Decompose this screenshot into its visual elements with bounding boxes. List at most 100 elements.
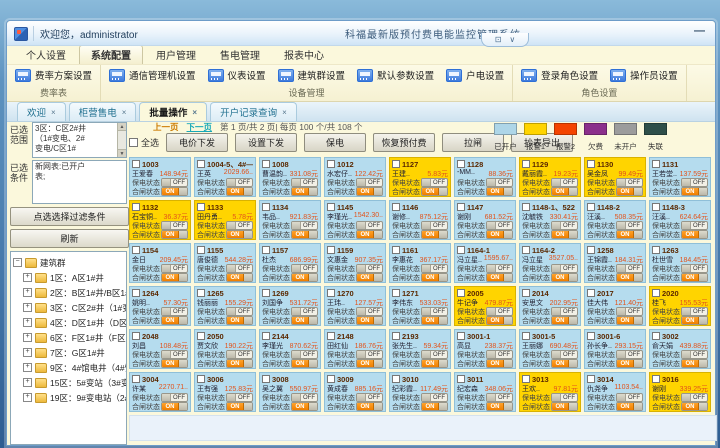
gate-state-toggle[interactable]: ON (161, 316, 188, 325)
power-protect-toggle[interactable]: OFF (291, 221, 318, 230)
room-card[interactable]: 3014仇尧争1103.54..保电状态OFF合闸状态ON (584, 372, 646, 412)
room-card[interactable]: 1263杜世雪184.45元保电状态OFF合闸状态ON (649, 243, 711, 283)
gate-state-toggle[interactable]: ON (681, 402, 708, 411)
power-protect-toggle[interactable]: OFF (291, 264, 318, 273)
gate-state-toggle[interactable]: ON (551, 402, 578, 411)
power-protect-toggle[interactable]: OFF (226, 307, 253, 316)
room-card[interactable]: 3009黄成春885.16元保电状态OFF合闸状态ON (324, 372, 386, 412)
gate-state-toggle[interactable]: ON (356, 187, 383, 196)
expand-icon[interactable]: + (23, 378, 32, 387)
card-checkbox[interactable] (457, 375, 465, 383)
card-checkbox[interactable] (587, 289, 595, 297)
power-protect-toggle[interactable]: OFF (681, 221, 708, 230)
power-protect-toggle[interactable]: OFF (291, 350, 318, 359)
menu-tab[interactable]: 个人设置 (15, 46, 77, 64)
quick-access-control[interactable]: ⊡ ∨ (481, 33, 529, 47)
card-checkbox[interactable] (522, 375, 530, 383)
card-checkbox[interactable] (457, 246, 465, 254)
room-card[interactable]: 1148-2汪溪..508.35元保电状态OFF合闸状态ON (584, 200, 646, 240)
power-protect-toggle[interactable]: OFF (161, 264, 188, 273)
room-card[interactable]: 2017佳大伟121.40元保电状态OFF合闸状态ON (584, 286, 646, 326)
power-protect-toggle[interactable]: OFF (421, 350, 448, 359)
gate-state-toggle[interactable]: ON (226, 230, 253, 239)
room-card[interactable]: 1004-5、4#—王英2029.66..保电状态OFF合闸状态ON (194, 157, 256, 197)
power-protect-toggle[interactable]: OFF (421, 221, 448, 230)
power-protect-toggle[interactable]: OFF (616, 178, 643, 187)
room-card[interactable]: 1264姚明..57.30元保电状态OFF合闸状态ON (129, 286, 191, 326)
card-checkbox[interactable] (522, 160, 530, 168)
room-card[interactable]: 3011纪宏森348.06元保电状态OFF合闸状态ON (454, 372, 516, 412)
gate-state-toggle[interactable]: ON (486, 230, 513, 239)
room-card[interactable]: 1129戴丽霞..19.23元保电状态OFF合闸状态ON (519, 157, 581, 197)
card-checkbox[interactable] (197, 246, 205, 254)
room-card[interactable]: 3013王欢..97.81元保电状态OFF合闸状态ON (519, 372, 581, 412)
room-card[interactable]: 2148田红仙186.76元保电状态OFF合闸状态ON (324, 329, 386, 369)
power-protect-toggle[interactable]: OFF (616, 221, 643, 230)
card-checkbox[interactable] (457, 332, 465, 340)
card-checkbox[interactable] (522, 203, 530, 211)
gate-state-toggle[interactable]: ON (551, 230, 578, 239)
gate-state-toggle[interactable]: ON (291, 273, 318, 282)
card-checkbox[interactable] (392, 332, 400, 340)
toolbar-button[interactable]: 设置下发 (235, 133, 297, 152)
ribbon-button[interactable]: 默认参数设置 (357, 68, 434, 82)
power-protect-toggle[interactable]: OFF (551, 221, 578, 230)
gate-state-toggle[interactable]: ON (291, 316, 318, 325)
gate-state-toggle[interactable]: ON (161, 273, 188, 282)
power-protect-toggle[interactable]: OFF (161, 350, 188, 359)
gate-state-toggle[interactable]: ON (681, 273, 708, 282)
gate-state-toggle[interactable]: ON (356, 273, 383, 282)
room-card[interactable]: 1270王玮..127.57元保电状态OFF合闸状态ON (324, 286, 386, 326)
card-checkbox[interactable] (262, 289, 270, 297)
power-protect-toggle[interactable]: OFF (486, 350, 513, 359)
room-card[interactable]: 2048刘昌108.48元保电状态OFF合闸状态ON (129, 329, 191, 369)
room-card[interactable]: 1155唐俊德544.28元保电状态OFF合闸状态ON (194, 243, 256, 283)
ribbon-button[interactable]: 户电设置 (446, 68, 504, 82)
close-icon[interactable]: × (282, 108, 287, 117)
card-checkbox[interactable] (652, 160, 660, 168)
gate-state-toggle[interactable]: ON (226, 273, 253, 282)
card-checkbox[interactable] (262, 160, 270, 168)
card-checkbox[interactable] (197, 332, 205, 340)
room-card[interactable]: 1012水宏仔..122.42元保电状态OFF合闸状态ON (324, 157, 386, 197)
ribbon-button[interactable]: 仪表设置 (208, 68, 266, 82)
room-card[interactable]: 1269刘国争531.72元保电状态OFF合闸状态ON (259, 286, 321, 326)
power-protect-toggle[interactable]: OFF (681, 264, 708, 273)
tree-item[interactable]: +4区：D区1#井（D区1 (13, 315, 124, 330)
card-checkbox[interactable] (392, 289, 400, 297)
power-protect-toggle[interactable]: OFF (421, 393, 448, 402)
card-checkbox[interactable] (132, 375, 140, 383)
gate-state-toggle[interactable]: ON (291, 402, 318, 411)
card-checkbox[interactable] (262, 246, 270, 254)
selected-range-listbox[interactable]: 3区：C区2#井 （1#变电、2# 变电/C区1# ▲▼ (32, 122, 127, 158)
filter-select-button[interactable]: 点选选择过滤条件 (10, 207, 129, 226)
card-checkbox[interactable] (522, 246, 530, 254)
card-checkbox[interactable] (327, 203, 335, 211)
ribbon-button[interactable]: 费率方案设置 (15, 68, 92, 82)
room-card[interactable]: 3004许某2270.71..保电状态OFF合闸状态ON (129, 372, 191, 412)
room-card[interactable]: 1132石宝铜..36.37元保电状态OFF合闸状态ON (129, 200, 191, 240)
power-protect-toggle[interactable]: OFF (421, 264, 448, 273)
minimize-button[interactable]: — (694, 25, 705, 37)
gate-state-toggle[interactable]: ON (421, 402, 448, 411)
card-checkbox[interactable] (587, 246, 595, 254)
card-checkbox[interactable] (522, 332, 530, 340)
gate-state-toggle[interactable]: ON (356, 402, 383, 411)
card-checkbox[interactable] (457, 203, 465, 211)
card-checkbox[interactable] (652, 289, 660, 297)
gate-state-toggle[interactable]: ON (226, 359, 253, 368)
card-checkbox[interactable] (392, 160, 400, 168)
power-protect-toggle[interactable]: OFF (421, 307, 448, 316)
room-card[interactable]: 3006王有强125.83元保电状态OFF合闸状态ON (194, 372, 256, 412)
room-card[interactable]: 1147谢刚681.52元保电状态OFF合闸状态ON (454, 200, 516, 240)
power-protect-toggle[interactable]: OFF (161, 307, 188, 316)
tree-item[interactable]: +15区：5#变站（3#变 (13, 375, 124, 390)
power-protect-toggle[interactable]: OFF (681, 307, 708, 316)
power-protect-toggle[interactable]: OFF (356, 307, 383, 316)
power-protect-toggle[interactable]: OFF (616, 393, 643, 402)
card-checkbox[interactable] (457, 289, 465, 297)
room-card[interactable]: 1161李惠花367.17元保电状态OFF合闸状态ON (389, 243, 451, 283)
power-protect-toggle[interactable]: OFF (486, 393, 513, 402)
power-protect-toggle[interactable]: OFF (356, 264, 383, 273)
gate-state-toggle[interactable]: ON (356, 316, 383, 325)
